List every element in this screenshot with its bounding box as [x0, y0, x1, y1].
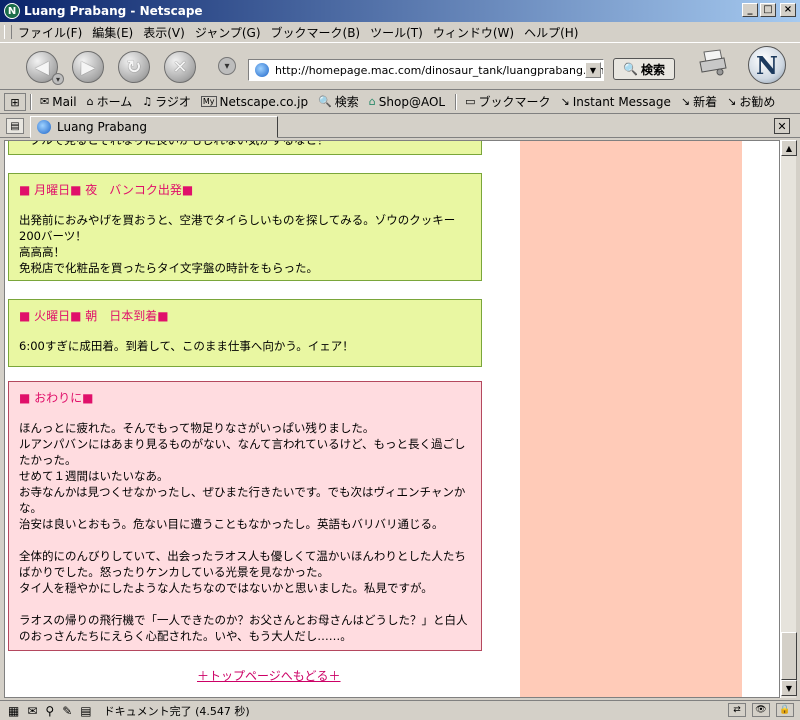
title-bar: N Luang Prabang - Netscape _ □ × — [0, 0, 800, 22]
mail-icon[interactable]: ✉ — [27, 704, 37, 718]
status-text: ドキュメント完了 (4.547 秒) — [103, 704, 250, 718]
reload-icon: ↻ — [126, 56, 142, 78]
toolbar-bookmarks[interactable]: ▭ ブックマーク — [465, 93, 550, 110]
partial-line: ーブルで見るとそれなりに良いかもしれない気がするなと！ — [19, 140, 329, 147]
back-history-dropdown[interactable]: ▾ — [52, 73, 64, 85]
menu-bookmarks[interactable]: ブックマーク(B) — [271, 24, 361, 41]
close-tab-icon[interactable]: ✕ — [774, 118, 790, 134]
navigator-icon[interactable]: ▦ — [8, 704, 19, 718]
menu-go[interactable]: ジャンプ(G) — [195, 24, 261, 41]
toolbar-separator — [30, 93, 32, 110]
composer-icon[interactable]: ✎ — [62, 704, 72, 718]
url-input[interactable]: http://homepage.mac.com/dinosaur_tank/lu… — [248, 59, 604, 81]
search-button[interactable]: 🔍 検索 — [613, 58, 675, 80]
scroll-down-button[interactable]: ▼ — [781, 680, 797, 696]
menu-file[interactable]: ファイル(F) — [18, 24, 82, 41]
magnifier-icon: 🔍 — [623, 62, 638, 76]
maximize-button[interactable]: □ — [760, 3, 776, 17]
toolbar-instant-message[interactable]: ↘ Instant Message — [561, 95, 671, 109]
previous-section-box: ーブルで見るとそれなりに良いかもしれない気がするなと！ — [8, 140, 482, 155]
toolbar-recommended[interactable]: ↘ お勧め — [727, 93, 775, 110]
stop-button[interactable]: ✕ — [164, 51, 196, 83]
menu-help[interactable]: ヘルプ(H) — [524, 24, 578, 41]
address-book-icon[interactable]: ▤ — [80, 704, 91, 718]
back-arrow-icon: ◀ — [35, 56, 49, 78]
close-window-button[interactable]: × — [780, 3, 796, 17]
scroll-thumb[interactable] — [781, 632, 797, 680]
globe-icon — [255, 63, 269, 77]
right-decorative-column — [520, 141, 742, 697]
forward-button[interactable]: ▶ — [72, 51, 104, 83]
toolbar-shop-aol[interactable]: ⌂ Shop@AOL — [369, 95, 445, 109]
reload-button[interactable]: ↻ — [118, 51, 150, 83]
minimize-button[interactable]: _ — [742, 3, 758, 17]
url-history-dropdown[interactable]: ▾ — [218, 57, 236, 75]
page-content: ーブルで見るとそれなりに良いかもしれない気がするなと！ ■ 月曜日■ 夜 バンコ… — [4, 140, 780, 698]
window-title: Luang Prabang - Netscape — [24, 4, 203, 18]
online-status-icon[interactable]: ⇄ — [728, 703, 746, 717]
forward-arrow-icon: ▶ — [81, 56, 95, 78]
section-conclusion: ■ おわりに■ ほんっとに疲れた。そんでもって物足りなさがいっぱい残りました。 … — [8, 381, 482, 651]
tab-luang-prabang[interactable]: Luang Prabang — [30, 116, 278, 138]
section-body: 出発前におみやげを買おうと、空港でタイらしいものを探してみる。ゾウのクッキー20… — [19, 213, 456, 275]
toolbar-tabs-icon[interactable]: ⊞ — [4, 93, 26, 111]
toolbar-radio[interactable]: ♫ ラジオ — [142, 93, 191, 110]
my-netscape-icon: My — [200, 96, 217, 107]
status-bar: ▦ ✉ ⚲ ✎ ▤ ドキュメント完了 (4.547 秒) ⇄ 👁 🔒 — [0, 700, 800, 720]
scroll-up-button[interactable]: ▲ — [781, 140, 797, 156]
print-icon[interactable] — [698, 48, 728, 76]
section-body: 6:00すぎに成田着。到着して、このまま仕事へ向かう。イェア！ — [19, 339, 354, 353]
tab-globe-icon — [37, 120, 51, 134]
privacy-eye-icon[interactable]: 👁 — [752, 703, 770, 717]
toolbar-mail[interactable]: ✉ Mail — [40, 95, 77, 109]
section-heading: ■ 火曜日■ 朝 日本到着■ — [19, 309, 169, 323]
bookmark-link-icon: ↘ — [680, 95, 691, 108]
menu-edit[interactable]: 編集(E) — [92, 24, 133, 41]
bookmark-link-icon: ↘ — [560, 95, 570, 108]
menu-window[interactable]: ウィンドウ(W) — [433, 24, 514, 41]
back-to-top-page-link[interactable]: ＋トップページへもどる＋ — [197, 667, 341, 684]
netscape-app-icon[interactable]: N — [4, 3, 20, 19]
bookmark-folder-icon: ▭ — [465, 95, 476, 108]
toolbar-search[interactable]: 🔍 検索 — [318, 93, 359, 110]
url-text: http://homepage.mac.com/dinosaur_tank/lu… — [275, 63, 603, 77]
stop-x-icon: ✕ — [172, 56, 188, 78]
section-heading: ■ おわりに■ — [19, 391, 94, 405]
section-monday-night: ■ 月曜日■ 夜 バンコク出発■ 出発前におみやげを買おうと、空港でタイらしいも… — [8, 173, 482, 281]
sidebar-toggle-icon[interactable]: ▤ — [6, 118, 24, 134]
menu-view[interactable]: 表示(V) — [143, 24, 185, 41]
toolbar-netscape[interactable]: My Netscape.co.jp — [200, 95, 308, 109]
menu-tools[interactable]: ツール(T) — [370, 24, 423, 41]
security-lock-icon[interactable]: 🔒 — [776, 703, 794, 717]
search-button-label: 検索 — [640, 62, 665, 77]
toolbar-new[interactable]: ↘ 新着 — [681, 93, 717, 110]
toolbar-separator — [455, 93, 458, 110]
section-heading: ■ 月曜日■ 夜 バンコク出発■ — [19, 183, 194, 197]
vertical-scrollbar[interactable]: ▲ ▼ — [780, 140, 797, 698]
section-tuesday-morning: ■ 火曜日■ 朝 日本到着■ 6:00すぎに成田着。到着して、このまま仕事へ向か… — [8, 299, 482, 367]
menu-grip[interactable] — [4, 25, 12, 39]
shop-aol-icon: ⌂ — [368, 95, 376, 108]
netscape-throbber-logo[interactable]: N — [748, 46, 786, 84]
search-icon: 🔍 — [318, 95, 332, 108]
section-body: ほんっとに疲れた。そんでもって物足りなさがいっぱい残りました。 ルアンパバンには… — [19, 421, 468, 643]
mail-icon: ✉ — [40, 95, 50, 108]
aim-icon[interactable]: ⚲ — [45, 704, 54, 718]
toolbar-home[interactable]: ⌂ ホーム — [87, 93, 133, 110]
menu-bar: ファイル(F) 編集(E) 表示(V) ジャンプ(G) ブックマーク(B) ツー… — [0, 22, 800, 42]
home-icon: ⌂ — [86, 95, 94, 108]
headphones-icon: ♫ — [142, 95, 153, 108]
tab-strip: ▤ Luang Prabang ✕ — [0, 114, 800, 138]
url-dropdown-arrow[interactable]: ▼ — [585, 62, 601, 78]
personal-toolbar: ⊞ ✉ Mail ⌂ ホーム ♫ ラジオ My Netscape.co.jp 🔍 検索 ⌂… — [0, 90, 800, 114]
tab-title: Luang Prabang — [57, 120, 147, 134]
bookmark-link-icon: ↘ — [727, 95, 737, 108]
